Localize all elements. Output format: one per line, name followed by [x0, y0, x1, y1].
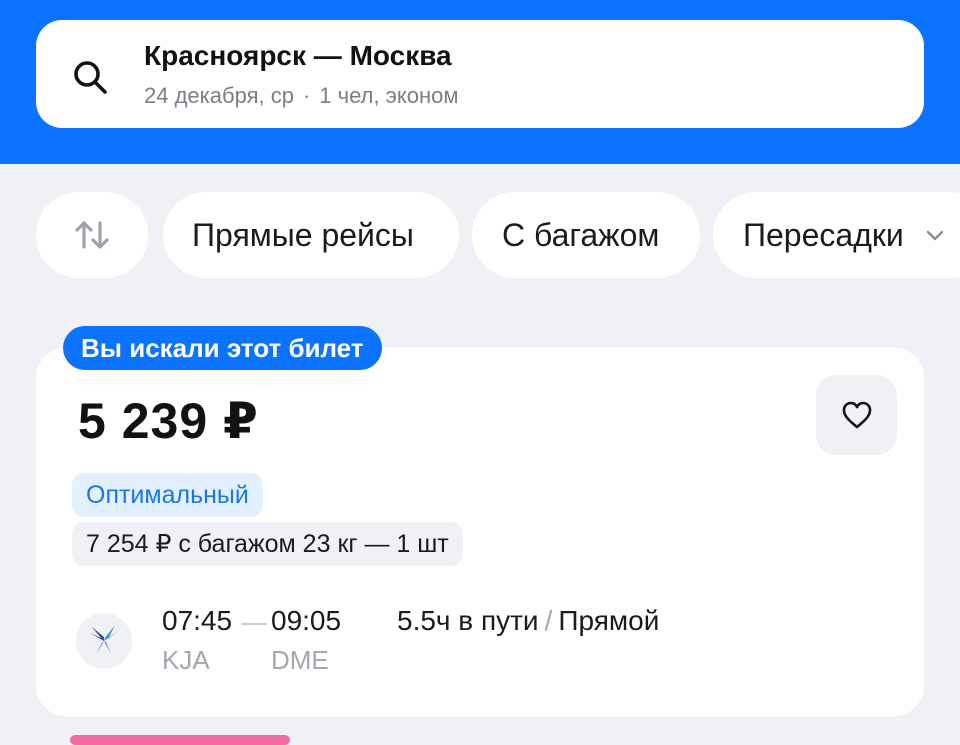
filter-baggage-label: С багажом — [502, 216, 660, 253]
duration-separator: / — [544, 605, 553, 636]
arrival-time: 09:05 — [271, 605, 342, 636]
departure-time: 07:45 — [162, 605, 233, 636]
optimal-tag: Оптимальный — [72, 473, 263, 517]
ticket-price: 5 239 ₽ — [78, 393, 259, 449]
search-passengers: 1 чел, эконом — [319, 83, 459, 108]
search-details: 24 декабря, ср · 1 чел, эконом — [144, 83, 459, 109]
time-separator — [241, 623, 267, 625]
filter-with-baggage[interactable]: С багажом — [472, 192, 700, 278]
duration-text: 5.5ч в пути — [397, 605, 539, 636]
baggage-price-tag[interactable]: 7 254 ₽ с багажом 23 кг — 1 шт — [72, 522, 463, 566]
arrival-airport-code: DME — [271, 645, 329, 675]
search-date: 24 декабря, ср — [144, 83, 294, 108]
search-summary[interactable] — [36, 20, 924, 128]
bird-logo-icon — [90, 625, 118, 654]
heart-icon — [842, 401, 871, 429]
filter-transfers[interactable]: Пересадки — [713, 192, 960, 278]
filter-direct-flights[interactable]: Прямые рейсы — [163, 192, 459, 278]
chevron-down-icon — [926, 230, 943, 241]
separator-dot: · — [302, 83, 311, 108]
next-card-badge-edge — [70, 735, 290, 745]
search-icon[interactable] — [68, 56, 112, 100]
sort-arrows-icon — [75, 221, 109, 249]
filter-direct-label: Прямые рейсы — [192, 216, 414, 253]
favorite-button[interactable] — [816, 375, 897, 455]
flight-duration: 5.5ч в пути / Прямой — [397, 605, 659, 637]
sort-button[interactable] — [36, 192, 148, 278]
departure-airport-code: KJA — [162, 645, 210, 675]
route-title: Красноярск — Москва — [144, 40, 452, 71]
airline-logo — [76, 613, 132, 669]
flight-type: Прямой — [558, 605, 660, 636]
filter-transfers-label: Пересадки — [743, 216, 904, 253]
searched-ticket-badge: Вы искали этот билет — [63, 326, 382, 370]
